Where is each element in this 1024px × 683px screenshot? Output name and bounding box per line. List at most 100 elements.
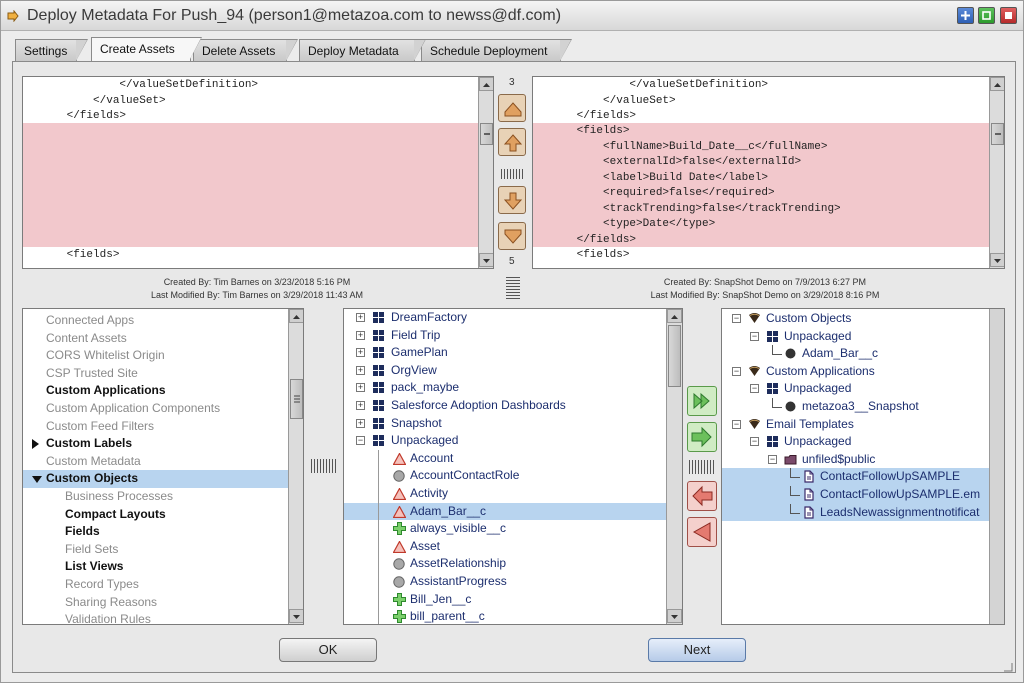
- source-tree-item[interactable]: + Field Trip: [344, 327, 682, 345]
- metadata-type-item[interactable]: Content Assets: [23, 330, 303, 348]
- collapse-toggle-icon[interactable]: −: [732, 419, 741, 429]
- deploy-tree-item[interactable]: − Email Templates: [722, 416, 1004, 434]
- scroll-thumb[interactable]: [290, 379, 303, 419]
- ok-button[interactable]: OK: [279, 638, 377, 662]
- previous-difference-button[interactable]: [498, 128, 526, 156]
- deploy-tree-item[interactable]: ContactFollowUpSAMPLE: [722, 468, 1004, 486]
- deploy-tree-item[interactable]: − Custom Objects: [722, 310, 1004, 328]
- metadata-type-item[interactable]: Custom Applications: [23, 382, 303, 400]
- metadata-type-item[interactable]: Connected Apps: [23, 312, 303, 330]
- deploy-assets-tree[interactable]: − Custom Objects − Unpackaged Adam_Bar__c − Cu…: [721, 308, 1005, 625]
- deploy-tree-item[interactable]: metazoa3__Snapshot: [722, 398, 1004, 416]
- source-tree-item[interactable]: + pack_maybe: [344, 379, 682, 397]
- source-tree-item[interactable]: − Unpackaged: [344, 432, 682, 450]
- deploy-tree-item[interactable]: − Unpackaged: [722, 433, 1004, 451]
- resize-grip-icon[interactable]: [1001, 660, 1013, 672]
- tab-settings[interactable]: Settings: [15, 39, 88, 61]
- metadata-type-item[interactable]: List Views: [23, 558, 303, 576]
- left-splitter-grip[interactable]: [311, 459, 337, 473]
- source-tree-item[interactable]: + DreamFactory: [344, 309, 682, 327]
- tab-schedule-deployment[interactable]: Schedule Deployment: [421, 39, 572, 61]
- expand-toggle-icon[interactable]: +: [356, 401, 365, 410]
- tab-create-assets[interactable]: Create Assets: [91, 37, 202, 61]
- expand-toggle-icon[interactable]: +: [356, 313, 365, 322]
- source-tree-item[interactable]: + GamePlan: [344, 344, 682, 362]
- restore-button[interactable]: [978, 7, 995, 24]
- tab-delete-assets[interactable]: Delete Assets: [193, 39, 298, 61]
- scroll-up-arrow[interactable]: [990, 77, 1004, 91]
- scroll-up-arrow[interactable]: [289, 309, 303, 323]
- deploy-tree-item[interactable]: ContactFollowUpSAMPLE.em: [722, 486, 1004, 504]
- expand-toggle-icon[interactable]: +: [356, 365, 365, 375]
- source-tree-item[interactable]: AssistantProgress: [344, 573, 682, 591]
- metadata-type-item[interactable]: Sharing Reasons: [23, 594, 303, 612]
- scroll-up-arrow[interactable]: [479, 77, 493, 91]
- metadata-type-item[interactable]: Custom Application Components: [23, 400, 303, 418]
- collapse-toggle-icon[interactable]: −: [750, 437, 759, 447]
- metadata-type-item[interactable]: Business Processes: [23, 488, 303, 506]
- deploy-tree-item[interactable]: − Custom Applications: [722, 363, 1004, 381]
- expand-toggle-icon[interactable]: +: [356, 348, 365, 358]
- caret-right-icon[interactable]: [32, 439, 39, 450]
- source-tree-item[interactable]: + OrgView: [344, 362, 682, 380]
- metadata-types-list[interactable]: Connected Apps Content Assets CORS Whiteli…: [22, 308, 304, 625]
- source-tree-item[interactable]: Account: [344, 449, 682, 468]
- metadata-type-item[interactable]: Compact Layouts: [23, 506, 303, 524]
- tab-deploy-metadata[interactable]: Deploy Metadata: [299, 39, 426, 61]
- expand-toggle-icon[interactable]: +: [356, 330, 365, 340]
- source-tree-item[interactable]: + Salesforce Adoption Dashboards: [344, 397, 682, 415]
- scroll-thumb[interactable]: [991, 123, 1004, 145]
- metadata-types-scrollbar[interactable]: [288, 309, 303, 624]
- target-code-view[interactable]: </valueSetDefinition> </valueSet> </fiel…: [532, 76, 1005, 269]
- source-tree-item[interactable]: Bill_Jen__c: [344, 590, 682, 609]
- collapse-toggle-icon[interactable]: −: [732, 366, 741, 376]
- close-button[interactable]: [1000, 7, 1017, 24]
- metadata-type-item[interactable]: Custom Metadata: [23, 453, 303, 471]
- source-tree-item[interactable]: Asset: [344, 537, 682, 556]
- add-selected-button[interactable]: [687, 422, 717, 452]
- metadata-type-item[interactable]: Custom Labels: [23, 435, 303, 453]
- remove-selected-button[interactable]: [687, 481, 717, 511]
- target-code-scrollbar[interactable]: [989, 77, 1004, 268]
- expand-toggle-icon[interactable]: +: [356, 383, 365, 393]
- metadata-type-item[interactable]: CORS Whitelist Origin: [23, 347, 303, 365]
- deploy-tree-item[interactable]: Adam_Bar__c: [722, 345, 1004, 363]
- scroll-down-arrow[interactable]: [990, 253, 1004, 267]
- metadata-type-item[interactable]: Validation Rules: [23, 611, 303, 624]
- source-assets-tree[interactable]: + DreamFactory + Field Trip + GamePlan + OrgVie…: [343, 308, 683, 625]
- maximize-button[interactable]: [957, 7, 974, 24]
- collapse-toggle-icon[interactable]: −: [768, 454, 777, 464]
- collapse-toggle-icon[interactable]: −: [750, 384, 759, 394]
- source-tree-item[interactable]: Activity: [344, 485, 682, 503]
- caret-down-icon[interactable]: [32, 476, 42, 484]
- metadata-type-item[interactable]: Record Types: [23, 576, 303, 594]
- remove-all-button[interactable]: [687, 517, 717, 547]
- source-tree-item[interactable]: Adam_Bar__c: [344, 502, 682, 521]
- deploy-tree-item[interactable]: LeadsNewassignmentnotificat: [722, 503, 1004, 522]
- metadata-type-item[interactable]: CSP Trusted Site: [23, 365, 303, 383]
- deploy-tree-item[interactable]: − Unpackaged: [722, 328, 1004, 346]
- first-difference-button[interactable]: [498, 94, 526, 122]
- metadata-type-item[interactable]: Field Sets: [23, 541, 303, 559]
- source-tree-item[interactable]: always_visible__c: [344, 520, 682, 538]
- source-code-scrollbar[interactable]: [478, 77, 493, 268]
- scroll-up-arrow[interactable]: [667, 309, 682, 323]
- right-splitter-grip[interactable]: [689, 460, 715, 474]
- next-difference-button[interactable]: [498, 186, 526, 214]
- metadata-type-item[interactable]: Custom Feed Filters: [23, 418, 303, 436]
- metadata-type-item[interactable]: Custom Objects: [23, 470, 303, 488]
- collapse-toggle-icon[interactable]: −: [732, 314, 741, 323]
- last-difference-button[interactable]: [498, 222, 526, 250]
- deploy-tree-item[interactable]: − Unpackaged: [722, 380, 1004, 398]
- scroll-thumb[interactable]: [480, 123, 493, 145]
- deploy-tree-scrollbar[interactable]: [989, 309, 1004, 624]
- next-button[interactable]: Next: [648, 638, 746, 662]
- collapse-toggle-icon[interactable]: −: [750, 331, 759, 341]
- scroll-down-arrow[interactable]: [289, 609, 303, 623]
- source-code-view[interactable]: </valueSetDefinition> </valueSet> </fiel…: [22, 76, 494, 269]
- scroll-down-arrow[interactable]: [667, 609, 682, 623]
- vertical-splitter-grip[interactable]: [501, 169, 525, 179]
- scroll-thumb[interactable]: [668, 325, 681, 387]
- collapse-toggle-icon[interactable]: −: [356, 436, 365, 446]
- expand-toggle-icon[interactable]: +: [356, 418, 365, 428]
